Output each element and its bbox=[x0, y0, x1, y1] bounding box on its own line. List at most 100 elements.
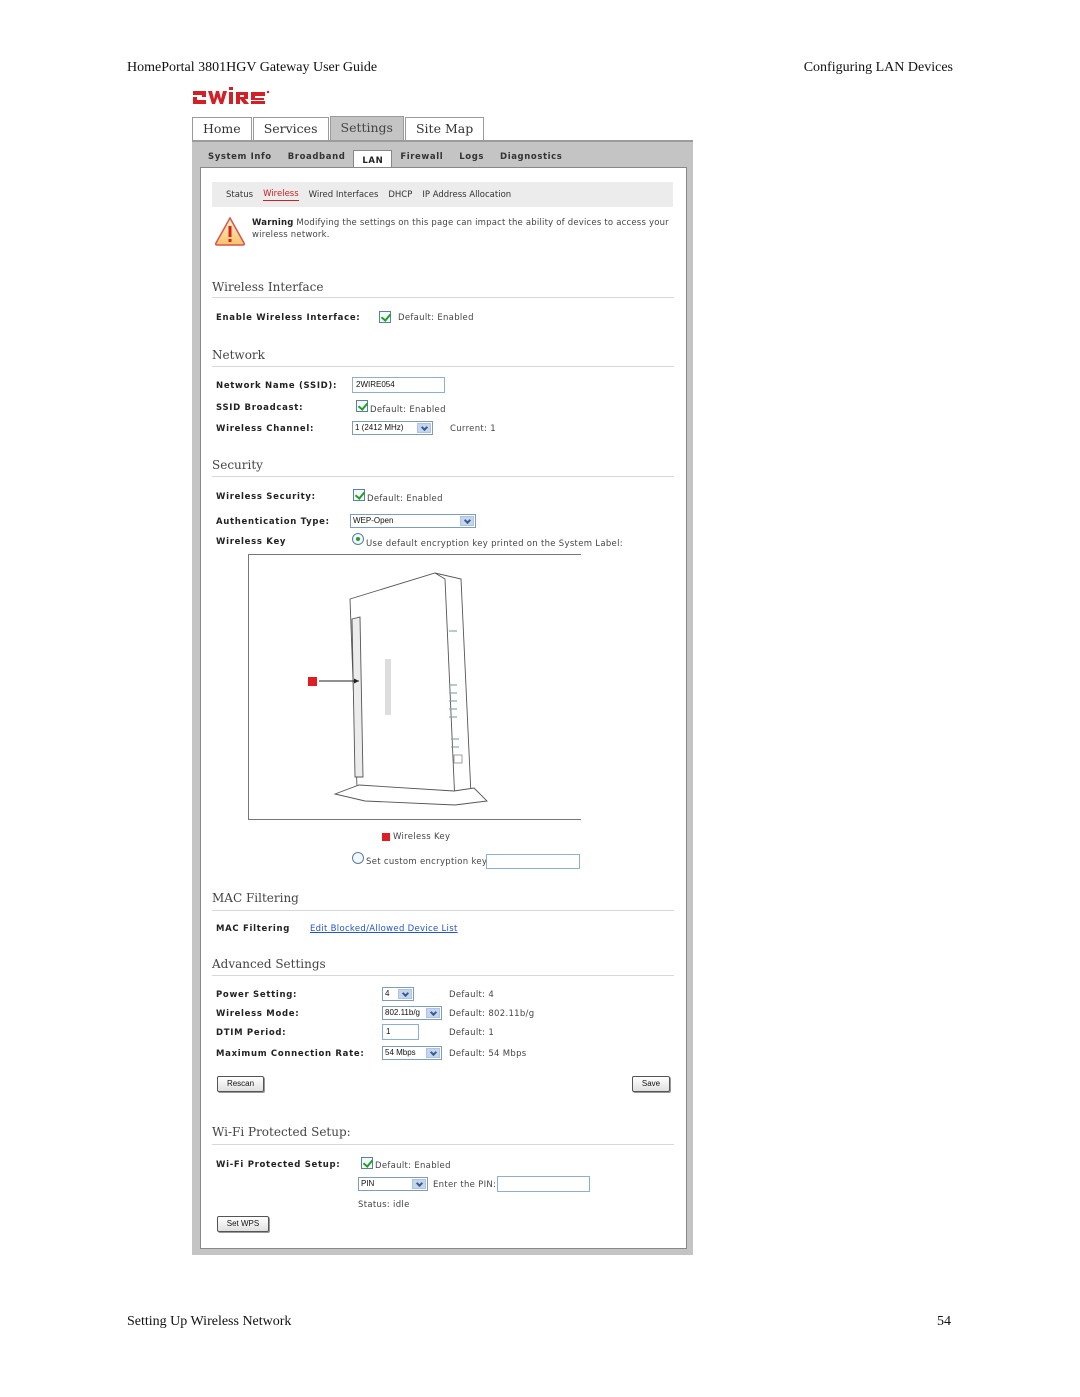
power-setting-value: 4 bbox=[385, 989, 390, 998]
settings-frame: System Info Broadband LAN Firewall Logs … bbox=[192, 140, 693, 1255]
warning-body: Modifying the settings on this page can … bbox=[252, 218, 669, 240]
wireless-key-legend-swatch bbox=[382, 833, 390, 841]
power-setting-label: Power Setting: bbox=[216, 990, 298, 1000]
tab-site-map[interactable]: Site Map bbox=[404, 117, 485, 140]
chevron-down-icon bbox=[460, 516, 474, 526]
main-nav-tabs: Home Services Settings Site Map bbox=[192, 116, 485, 140]
divider bbox=[212, 1144, 674, 1145]
authentication-type-select[interactable]: WEP-Open bbox=[350, 514, 476, 528]
wps-method-value: PIN bbox=[361, 1179, 375, 1188]
subtab-broadband[interactable]: Broadband bbox=[280, 148, 354, 168]
subtab-diagnostics[interactable]: Diagnostics bbox=[492, 148, 570, 168]
document-header-title: HomePortal 3801HGV Gateway User Guide bbox=[127, 60, 378, 75]
section-title-mac-filtering: MAC Filtering bbox=[212, 891, 299, 905]
wireless-key-label: Wireless Key bbox=[216, 537, 287, 547]
wireless-mode-label: Wireless Mode: bbox=[216, 1009, 300, 1019]
wps-pin-label: Enter the PIN: bbox=[433, 1180, 497, 1190]
warning-triangle-icon bbox=[214, 216, 246, 246]
wps-status: Status: idle bbox=[358, 1200, 410, 1210]
divider bbox=[212, 476, 674, 477]
authentication-type-value: WEP-Open bbox=[353, 516, 394, 525]
wps-method-select[interactable]: PIN bbox=[358, 1177, 428, 1191]
warning-message: Warning Modifying the settings on this p… bbox=[252, 217, 677, 241]
save-button[interactable]: Save bbox=[632, 1076, 670, 1092]
chevron-down-icon bbox=[426, 1048, 440, 1058]
default-key-radio[interactable] bbox=[352, 533, 364, 545]
chevron-down-icon bbox=[398, 989, 412, 999]
dtim-period-input[interactable]: 1 bbox=[382, 1024, 419, 1040]
edit-device-list-link[interactable]: Edit Blocked/Allowed Device List bbox=[310, 924, 458, 934]
wireless-mode-select[interactable]: 802.11b/g bbox=[382, 1006, 442, 1020]
dtim-period-label: DTIM Period: bbox=[216, 1028, 287, 1038]
lan-wireless-panel: Status Wireless Wired Interfaces DHCP IP… bbox=[200, 167, 687, 1249]
tab-settings[interactable]: Settings bbox=[329, 116, 404, 140]
section-title-wps: Wi-Fi Protected Setup: bbox=[212, 1125, 351, 1139]
document-header-chapter: Configuring LAN Devices bbox=[803, 60, 953, 75]
device-body bbox=[349, 572, 472, 804]
wireless-channel-label: Wireless Channel: bbox=[216, 424, 315, 434]
wireless-security-default: Default: Enabled bbox=[367, 494, 443, 504]
section-title-network: Network bbox=[212, 348, 265, 362]
wireless-channel-select[interactable]: 1 (2412 MHz) bbox=[352, 421, 433, 435]
nav-ip-address-allocation[interactable]: IP Address Allocation bbox=[422, 190, 511, 200]
wps-default: Default: Enabled bbox=[375, 1161, 451, 1171]
ssid-input[interactable]: 2WIRE054 bbox=[352, 377, 445, 393]
mac-filtering-label: MAC Filtering bbox=[216, 924, 291, 934]
gateway-device-illustration bbox=[308, 572, 488, 806]
wireless-channel-current: Current: 1 bbox=[450, 424, 496, 434]
subtab-system-info[interactable]: System Info bbox=[200, 148, 280, 168]
document-footer-section: Setting Up Wireless Network bbox=[127, 1314, 292, 1329]
page-number: 54 bbox=[937, 1314, 951, 1329]
divider bbox=[212, 975, 674, 976]
wireless-mode-value: 802.11b/g bbox=[385, 1008, 420, 1017]
rescan-button[interactable]: Rescan bbox=[217, 1076, 264, 1092]
nav-status[interactable]: Status bbox=[226, 190, 253, 200]
dtim-period-default: Default: 1 bbox=[449, 1028, 495, 1038]
settings-sub-tabs: System Info Broadband LAN Firewall Logs … bbox=[200, 148, 570, 172]
enable-wireless-checkbox[interactable] bbox=[379, 311, 391, 323]
max-connection-rate-default: Default: 54 Mbps bbox=[449, 1049, 527, 1059]
section-title-security: Security bbox=[212, 458, 263, 472]
wireless-channel-value: 1 (2412 MHz) bbox=[355, 423, 404, 432]
subtab-logs[interactable]: Logs bbox=[451, 148, 492, 168]
power-setting-select[interactable]: 4 bbox=[382, 987, 414, 1001]
max-connection-rate-select[interactable]: 54 Mbps bbox=[382, 1046, 442, 1060]
default-key-label: Use default encryption key printed on th… bbox=[366, 539, 623, 549]
enable-wireless-label: Enable Wireless Interface: bbox=[216, 313, 361, 323]
enable-wireless-default: Default: Enabled bbox=[398, 313, 474, 323]
authentication-type-label: Authentication Type: bbox=[216, 517, 330, 527]
nav-wired-interfaces[interactable]: Wired Interfaces bbox=[309, 190, 379, 200]
nav-wireless[interactable]: Wireless bbox=[263, 189, 299, 201]
wireless-mode-default: Default: 802.11b/g bbox=[449, 1009, 535, 1019]
custom-key-radio[interactable] bbox=[352, 852, 364, 864]
chevron-down-icon bbox=[417, 423, 431, 433]
subtab-firewall[interactable]: Firewall bbox=[392, 148, 451, 168]
wireless-key-marker bbox=[308, 677, 317, 686]
warning-title: Warning bbox=[252, 218, 294, 228]
divider bbox=[212, 366, 674, 367]
ssid-broadcast-default: Default: Enabled bbox=[370, 405, 446, 415]
nav-dhcp[interactable]: DHCP bbox=[388, 190, 412, 200]
lan-section-nav: Status Wireless Wired Interfaces DHCP IP… bbox=[212, 182, 673, 207]
wireless-security-checkbox[interactable] bbox=[353, 489, 365, 501]
wps-pin-input[interactable] bbox=[497, 1176, 590, 1192]
max-connection-rate-label: Maximum Connection Rate: bbox=[216, 1049, 365, 1059]
divider bbox=[212, 297, 674, 298]
device-logo-mark bbox=[385, 659, 391, 715]
tab-services[interactable]: Services bbox=[252, 117, 329, 140]
tab-home[interactable]: Home bbox=[192, 117, 252, 140]
section-title-advanced-settings: Advanced Settings bbox=[212, 957, 326, 971]
section-title-wireless-interface: Wireless Interface bbox=[212, 280, 324, 294]
chevron-down-icon bbox=[412, 1179, 426, 1189]
wireless-security-label: Wireless Security: bbox=[216, 492, 316, 502]
ssid-label: Network Name (SSID): bbox=[216, 381, 338, 391]
custom-key-label: Set custom encryption key: bbox=[366, 857, 490, 867]
wps-label: Wi-Fi Protected Setup: bbox=[216, 1160, 341, 1170]
set-wps-button[interactable]: Set WPS bbox=[217, 1216, 269, 1232]
system-label-figure bbox=[248, 554, 581, 820]
ssid-broadcast-checkbox[interactable] bbox=[356, 400, 368, 412]
wireless-key-legend-label: Wireless Key bbox=[393, 832, 451, 842]
custom-key-input[interactable] bbox=[486, 854, 580, 869]
max-connection-rate-value: 54 Mbps bbox=[385, 1048, 416, 1057]
wps-checkbox[interactable] bbox=[361, 1157, 373, 1169]
